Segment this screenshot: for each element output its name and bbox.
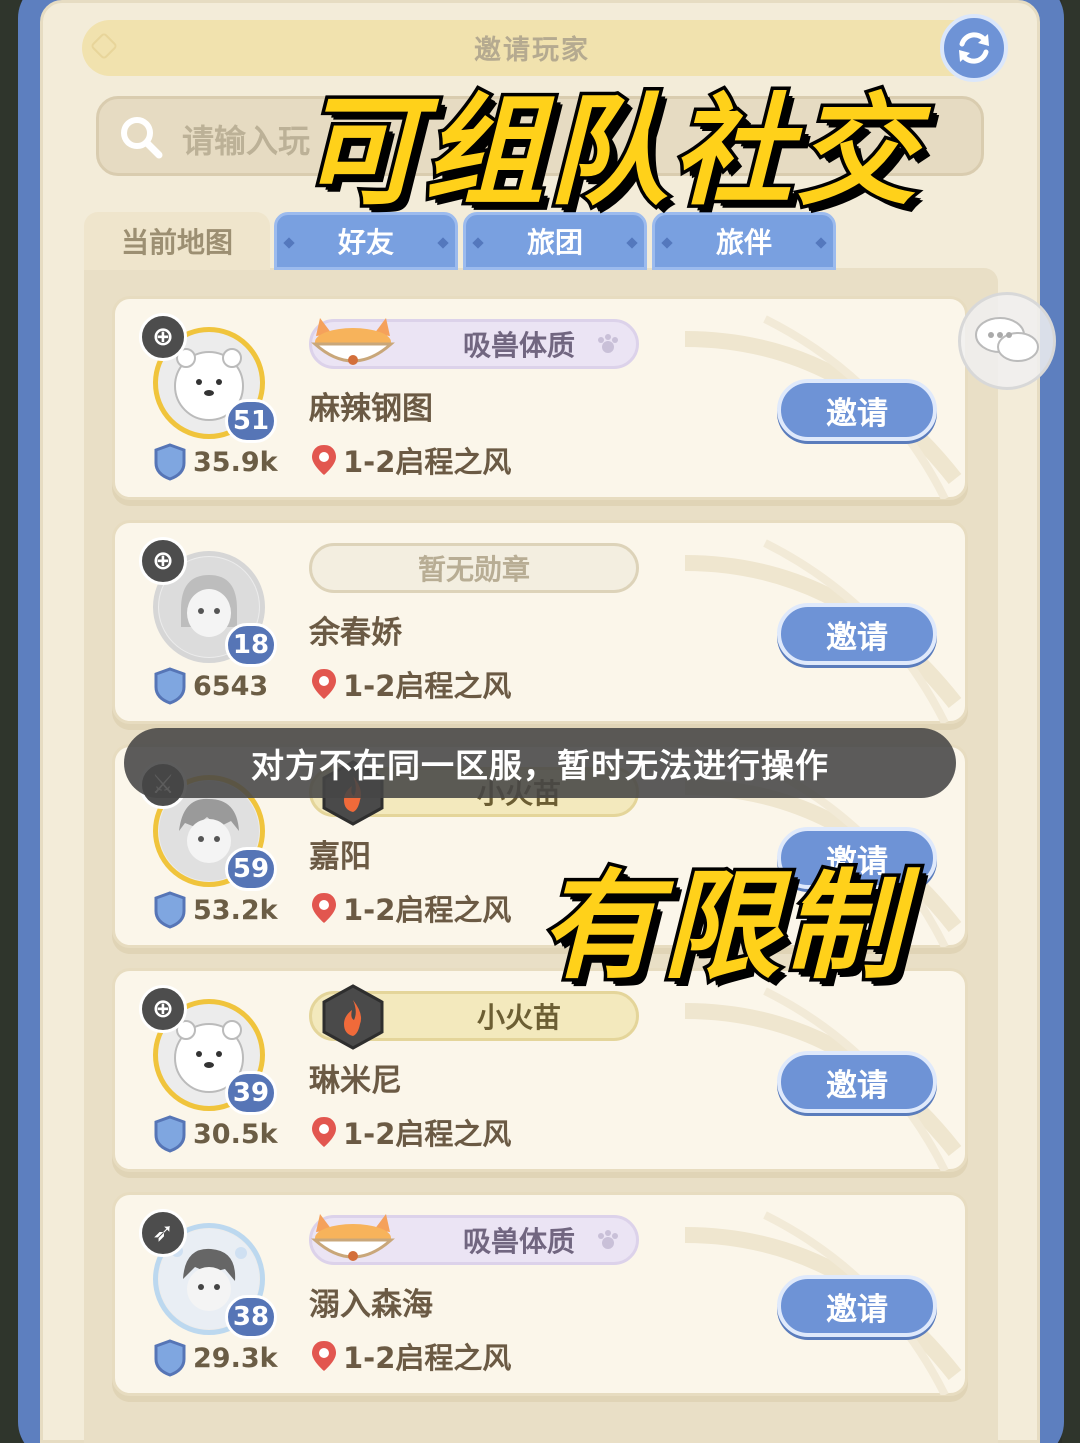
level-badge: 39: [225, 1071, 277, 1115]
location-name: 1-2启程之风: [343, 1117, 512, 1151]
power-value: 35.9k: [193, 446, 278, 478]
player-name: 麻辣钢图: [309, 391, 433, 427]
invite-button[interactable]: 邀请: [777, 1051, 937, 1113]
invite-button[interactable]: 邀请: [777, 603, 937, 665]
shield-icon: [154, 1115, 186, 1153]
location-name: 1-2启程之风: [343, 893, 512, 927]
invite-button[interactable]: 邀请: [777, 379, 937, 441]
shield-icon: [154, 891, 186, 929]
medal-name: 小火苗: [476, 1001, 561, 1034]
location-name: 1-2启程之风: [343, 1341, 512, 1375]
chat-bubbles-icon: [975, 317, 1039, 362]
power-value: 6543: [193, 670, 269, 702]
level-badge: 18: [225, 623, 277, 667]
shield-icon: [154, 1339, 186, 1377]
refresh-button[interactable]: [940, 14, 1008, 82]
player-card: ⊕ 51 35.9k 吸兽体质 麻辣钢图 1-2启程之风 邀请: [112, 296, 968, 500]
crosshair-icon: ⊕: [139, 537, 187, 585]
power-value: 53.2k: [193, 894, 278, 926]
crosshair-icon: ⊕: [139, 313, 187, 361]
power-display: 53.2k: [153, 891, 278, 929]
level-badge: 59: [225, 847, 277, 891]
location-pin-icon: [312, 893, 336, 923]
power-display: 35.9k: [153, 443, 278, 481]
player-avatar[interactable]: ⊕ 51: [139, 313, 279, 453]
shield-icon: [154, 667, 186, 705]
player-name: 嘉阳: [309, 839, 371, 875]
player-avatar[interactable]: ⊕ 39: [139, 985, 279, 1125]
location-pin-icon: [312, 1117, 336, 1147]
player-avatar[interactable]: ➶ 38: [139, 1209, 279, 1349]
player-avatar[interactable]: ⊕ 18: [139, 537, 279, 677]
background-left: [0, 0, 20, 1443]
power-display: 29.3k: [153, 1339, 278, 1377]
toast-message: 对方不在同一区服，暂时无法进行操作: [124, 728, 956, 798]
paw-icon: [598, 334, 618, 353]
medal-name: 吸兽体质: [462, 1225, 575, 1258]
location-pin-icon: [312, 445, 336, 475]
tab-current-map[interactable]: 当前地图: [84, 212, 270, 270]
food-bowl-icon: [311, 318, 395, 365]
overlay-limit-label: 有限制: [536, 854, 907, 999]
location: 1-2启程之风: [309, 439, 511, 481]
location: 1-2启程之风: [309, 663, 511, 705]
medal-badge: 暂无勋章: [309, 543, 639, 593]
chat-button[interactable]: [958, 292, 1056, 390]
power-value: 30.5k: [193, 1118, 278, 1150]
level-badge: 51: [225, 399, 277, 443]
search-icon: [121, 117, 163, 159]
refresh-icon: [959, 32, 989, 64]
location: 1-2启程之风: [309, 1111, 511, 1153]
medal-badge: 吸兽体质: [309, 1214, 639, 1265]
location-name: 1-2启程之风: [343, 669, 512, 703]
invite-button[interactable]: 邀请: [777, 1275, 937, 1337]
location: 1-2启程之风: [309, 887, 511, 929]
player-name: 琳米尼: [309, 1063, 402, 1099]
player-card: ➶ 38 29.3k 吸兽体质 溺入森海 1-2启程之风 邀请: [112, 1192, 968, 1396]
crosshair-icon: ⊕: [139, 985, 187, 1033]
player-name: 余春娇: [309, 615, 402, 651]
medal-name: 吸兽体质: [462, 329, 575, 362]
power-value: 29.3k: [193, 1342, 278, 1374]
location-name: 1-2启程之风: [343, 445, 512, 479]
bow-icon: ➶: [139, 1209, 187, 1257]
medal-name: 暂无勋章: [417, 553, 530, 586]
level-badge: 38: [225, 1295, 277, 1339]
medal-badge: 吸兽体质: [309, 318, 639, 369]
player-name: 溺入森海: [309, 1287, 433, 1323]
power-display: 6543: [153, 667, 268, 705]
shield-icon: [154, 443, 186, 481]
background-right: [1062, 0, 1080, 1443]
flame-icon: [322, 984, 384, 1050]
player-card: ⊕ 18 6543 暂无勋章 余春娇 1-2启程之风 邀请: [112, 520, 968, 724]
location-pin-icon: [312, 1341, 336, 1371]
food-bowl-icon: [311, 1214, 395, 1261]
power-display: 30.5k: [153, 1115, 278, 1153]
overlay-headline: 可组队社交: [297, 80, 920, 226]
location-pin-icon: [312, 669, 336, 699]
location: 1-2启程之风: [309, 1335, 511, 1377]
paw-icon: [598, 1230, 618, 1249]
